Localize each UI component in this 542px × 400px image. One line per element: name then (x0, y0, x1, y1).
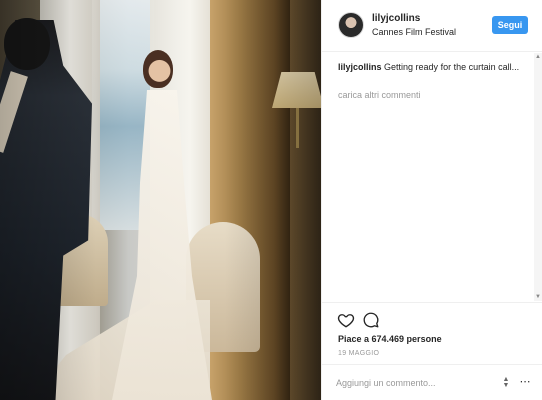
heart-icon[interactable] (337, 311, 355, 329)
post-actions: Piace a 674.469 persone 19 MAGGIO (322, 302, 542, 364)
caption: lilyjcollins Getting ready for the curta… (338, 61, 528, 73)
username-link[interactable]: lilyjcollins (372, 13, 420, 24)
avatar[interactable] (338, 12, 364, 38)
post-date[interactable]: 19 MAGGIO (338, 350, 379, 357)
load-more-comments-link[interactable]: carica altri commenti (338, 90, 421, 100)
post-photo[interactable] (0, 0, 321, 400)
caption-username[interactable]: lilyjcollins (338, 62, 382, 72)
comment-box: ▲▼ ⋯ (322, 364, 542, 400)
scroll-down-arrow-icon[interactable]: ▼ (534, 293, 542, 301)
comments-scrollbar[interactable] (534, 53, 542, 301)
caption-text: Getting ready for the curtain call... (384, 62, 520, 72)
resize-handle-icon[interactable]: ▲ ▼ (502, 376, 510, 389)
comment-bubble-icon[interactable] (362, 311, 380, 329)
heart-icon-svg (337, 314, 355, 328)
comment-bubble-icon-svg (363, 312, 379, 328)
comment-input[interactable] (336, 375, 486, 391)
follow-button[interactable]: Segui (492, 16, 528, 34)
more-options-icon[interactable]: ⋯ (518, 375, 532, 389)
scroll-up-arrow-icon[interactable]: ▲ (534, 53, 542, 61)
post-header: lilyjcollins Cannes Film Festival Segui (322, 0, 542, 52)
post-panel: lilyjcollins Cannes Film Festival Segui … (321, 0, 542, 400)
location-link[interactable]: Cannes Film Festival (372, 27, 456, 37)
photo-vignette (0, 0, 321, 400)
likes-count[interactable]: Piace a 674.469 persone (338, 334, 442, 344)
